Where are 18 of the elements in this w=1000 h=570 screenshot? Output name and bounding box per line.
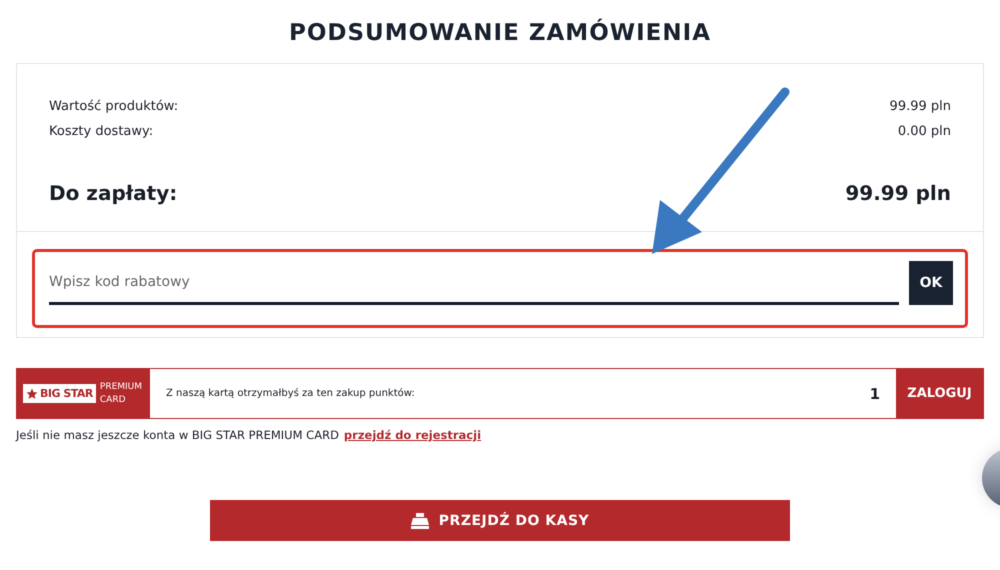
summary-value: 99.99 pln xyxy=(890,98,951,116)
cash-register-icon xyxy=(410,512,429,528)
brand-logo: BIG STAR xyxy=(23,384,96,403)
ok-button[interactable]: OK xyxy=(909,261,953,305)
total-value: 99.99 pln xyxy=(845,181,951,205)
summary-label: Koszty dostawy: xyxy=(49,123,154,141)
login-button[interactable]: ZALOGUJ xyxy=(896,369,983,418)
register-text: Jeśli nie masz jeszcze konta w BIG STAR PREMIUM CARD xyxy=(16,428,339,442)
page-title: PODSUMOWANIE ZAMÓWIENIA xyxy=(288,20,711,46)
logo-subtitle: PREMIUM CARD xyxy=(100,380,144,406)
points-text: Z naszą kartą otrzymałbyś za ten zakup punktów: xyxy=(165,388,416,399)
summary-label: Wartość produktów: xyxy=(49,98,178,116)
star-icon xyxy=(26,388,38,400)
points-value: 1 xyxy=(870,384,881,402)
summary-value: 0.00 pln xyxy=(898,123,951,141)
total-label: Do zapłaty: xyxy=(49,181,178,205)
register-link[interactable]: przejdź do rejestracji xyxy=(344,428,482,442)
checkout-button[interactable]: PRZEJDŹ DO KASY xyxy=(210,500,790,541)
